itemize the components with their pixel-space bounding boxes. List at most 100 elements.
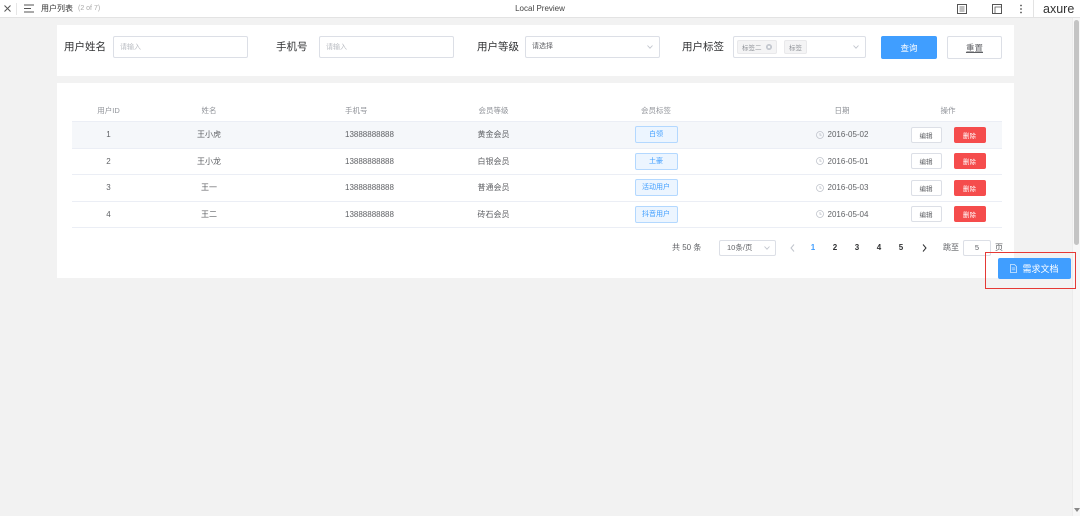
phone-cell: 13888888888: [345, 156, 394, 166]
jump-label: 跳至: [943, 243, 959, 252]
actions-cell: 编辑 删除: [894, 175, 1002, 201]
member-tag-cell: 活动用户: [546, 175, 766, 201]
page-number[interactable]: 2: [824, 240, 846, 256]
date-text: 2016-05-02: [827, 130, 869, 140]
more-icon[interactable]: [1019, 4, 1023, 14]
phone-cell: 13888888888: [345, 183, 394, 193]
highlight-box: [985, 252, 1076, 289]
user-name-cell: 王小虎: [197, 130, 221, 140]
member-tag: 抖音用户: [634, 205, 678, 223]
preview-mode-label: Local Preview: [515, 4, 565, 13]
user-table-panel: 用户ID 姓名 手机号 会员等级 会员标签 日期 操作 1 王小虎 138888…: [57, 83, 1014, 278]
date-cell: 2016-05-04: [766, 202, 894, 228]
scrollbar-thumb[interactable]: [1074, 20, 1079, 245]
next-page-icon[interactable]: [916, 240, 932, 256]
preview-toolbar: 用户列表 (2 of 7) Local Preview axure: [0, 0, 1080, 18]
date-text: 2016-05-03: [827, 183, 869, 193]
clock-icon: [815, 130, 824, 139]
column-header: 手机号: [345, 106, 368, 115]
table-row[interactable]: 4 王二 13888888888 砖石会员 抖音用户 2016-05-04 编辑…: [72, 202, 1002, 228]
table-row[interactable]: 1 王小虎 13888888888 黄金会员 白领 2016-05-02 编辑 …: [72, 122, 1002, 149]
column-header: 姓名: [201, 106, 217, 115]
user-tags-multiselect[interactable]: 标签二 标签: [733, 36, 866, 58]
page-size-value: 10条/页: [727, 243, 753, 252]
clock-icon: [815, 210, 824, 219]
pagination: 共 50 条 10条/页 1 2 3 4 5 跳至 页: [57, 240, 1014, 256]
user-id-cell: 4: [106, 209, 111, 219]
selected-tag-label: 标签: [788, 45, 802, 52]
chevron-down-icon: [764, 246, 770, 250]
selected-tag-label: 标签二: [742, 45, 762, 52]
page-number[interactable]: 5: [890, 240, 912, 256]
column-header: 会员标签: [641, 106, 671, 115]
delete-button[interactable]: 删除: [953, 126, 986, 143]
close-icon[interactable]: [4, 5, 11, 12]
edit-button[interactable]: 编辑: [910, 206, 942, 223]
user-name-input[interactable]: [113, 36, 248, 58]
selected-tag[interactable]: 标签: [783, 40, 807, 54]
chevron-down-icon: [853, 45, 859, 49]
user-name-cell: 王二: [201, 209, 217, 219]
column-header: 会员等级: [478, 106, 509, 115]
page-size-select[interactable]: 10条/页: [719, 240, 776, 256]
page-number[interactable]: 1: [802, 240, 824, 256]
actions-cell: 编辑 删除: [894, 149, 1002, 175]
scroll-down-icon[interactable]: [1074, 508, 1080, 512]
phone-cell: 13888888888: [345, 130, 394, 140]
hamburger-icon[interactable]: [24, 4, 34, 13]
notes-icon[interactable]: [957, 4, 967, 14]
user-id-cell: 1: [106, 130, 111, 140]
member-tag-cell: 白领: [546, 122, 766, 148]
reset-button[interactable]: 重置: [947, 36, 1002, 59]
prev-page-icon[interactable]: [784, 240, 800, 256]
user-table: 用户ID 姓名 手机号 会员等级 会员标签 日期 操作 1 王小虎 138888…: [72, 100, 1002, 228]
page-title[interactable]: 用户列表: [41, 4, 73, 14]
user-level-placeholder: 请选择: [532, 43, 553, 50]
date-text: 2016-05-01: [827, 156, 869, 166]
delete-button[interactable]: 删除: [953, 206, 986, 223]
date-text: 2016-05-04: [827, 209, 869, 219]
date-cell: 2016-05-03: [766, 175, 894, 201]
phone-cell: 13888888888: [345, 209, 394, 219]
user-level-select[interactable]: 请选择: [525, 36, 660, 58]
edit-button[interactable]: 编辑: [910, 179, 942, 196]
table-row[interactable]: 2 王小龙 13888888888 白银会员 土豪 2016-05-01 编辑 …: [72, 149, 1002, 175]
date-cell: 2016-05-01: [766, 149, 894, 175]
user-name-cell: 王一: [201, 183, 217, 193]
member-level-cell: 砖石会员: [477, 209, 510, 219]
edit-button[interactable]: 编辑: [910, 126, 942, 143]
adaptive-view-icon[interactable]: [992, 4, 1002, 14]
user-name-cell: 王小龙: [197, 156, 221, 166]
phone-label: 手机号: [276, 41, 308, 53]
edit-button[interactable]: 编辑: [910, 153, 942, 170]
search-button[interactable]: 查询: [881, 36, 937, 59]
phone-input[interactable]: [319, 36, 454, 58]
member-tag: 土豪: [634, 152, 678, 170]
delete-button[interactable]: 删除: [953, 153, 986, 170]
total-count: 共 50 条: [672, 243, 702, 252]
member-level-cell: 普通会员: [477, 183, 510, 193]
page-number[interactable]: 3: [846, 240, 868, 256]
member-level-cell: 黄金会员: [477, 130, 510, 140]
selected-tag[interactable]: 标签二: [737, 40, 777, 54]
column-header: 日期: [834, 106, 850, 115]
delete-button[interactable]: 删除: [953, 179, 986, 196]
page-number[interactable]: 4: [868, 240, 890, 256]
column-header: 操作: [940, 106, 956, 115]
user-id-cell: 3: [106, 183, 111, 193]
filter-panel: 用户姓名 手机号 用户等级 请选择 用户标签 标签二 标签 查询 重置: [57, 25, 1014, 76]
table-row[interactable]: 3 王一 13888888888 普通会员 活动用户 2016-05-03 编辑…: [72, 175, 1002, 202]
chevron-down-icon: [647, 45, 653, 49]
tag-close-icon[interactable]: [765, 44, 772, 50]
date-cell: 2016-05-02: [766, 122, 894, 148]
toolbar-divider: [16, 3, 17, 15]
member-level-cell: 白银会员: [477, 156, 510, 166]
toolbar-divider: [1033, 0, 1034, 18]
member-tag-cell: 土豪: [546, 149, 766, 175]
table-header: 用户ID 姓名 手机号 会员等级 会员标签 日期 操作: [72, 100, 1002, 122]
axure-logo[interactable]: axure: [1043, 2, 1074, 16]
actions-cell: 编辑 删除: [894, 202, 1002, 228]
user-tags-label: 用户标签: [682, 41, 724, 53]
member-tag: 活动用户: [634, 179, 678, 197]
member-tag-cell: 抖音用户: [546, 202, 766, 228]
